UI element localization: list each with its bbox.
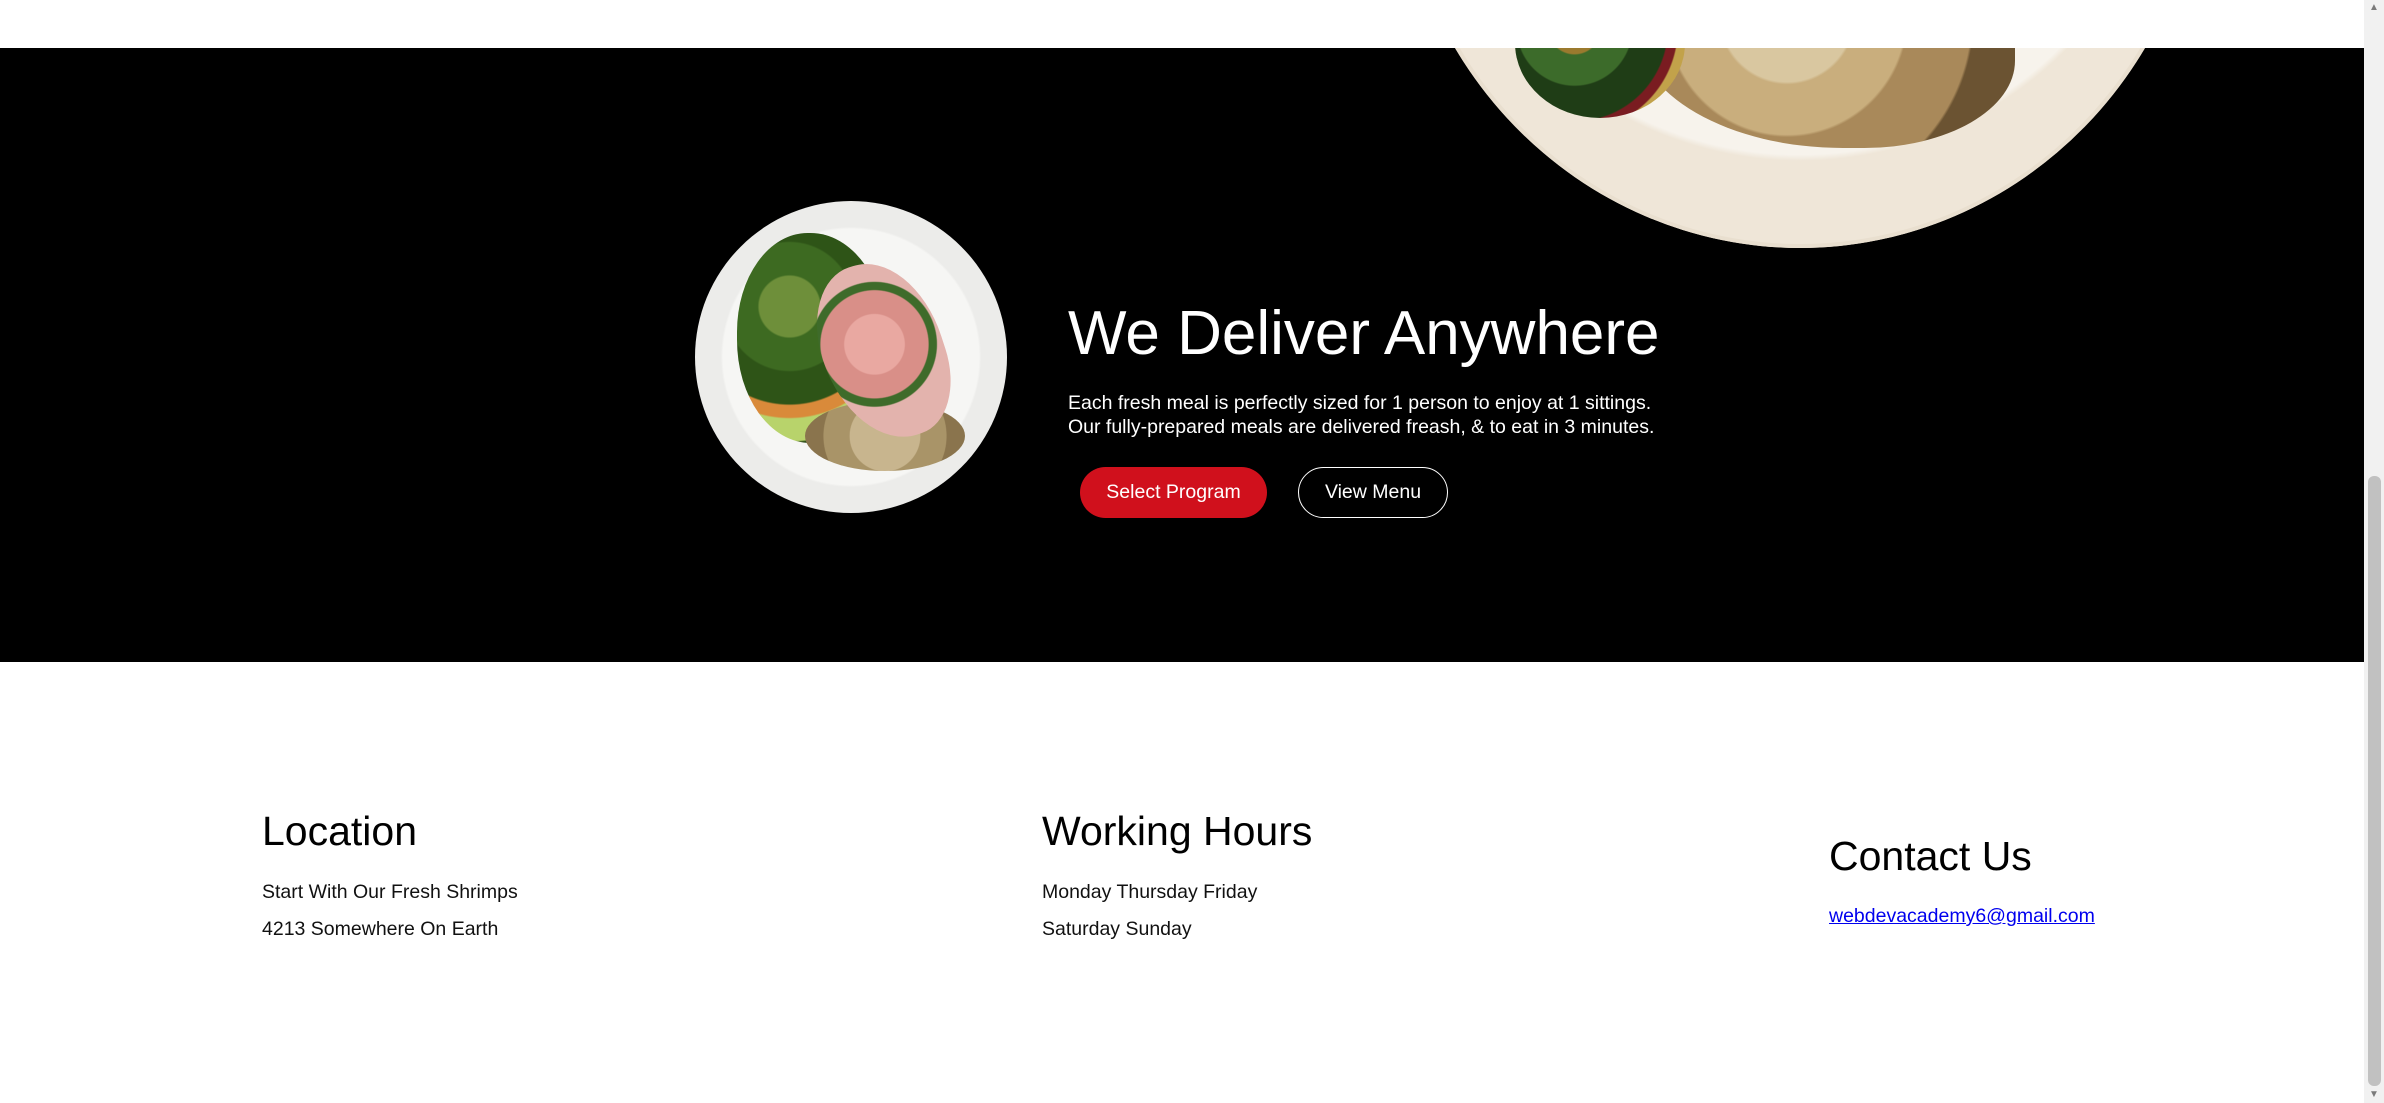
scrollbar-thumb[interactable]: [2368, 476, 2381, 1086]
page-top-strip: [0, 0, 2364, 48]
delivery-title: We Deliver Anywhere: [1068, 299, 1660, 368]
view-menu-button[interactable]: View Menu: [1298, 467, 1448, 518]
chicken-portion: [1635, 48, 2015, 148]
scroll-down-icon[interactable]: ▼: [2368, 1089, 2380, 1101]
location-heading: Location: [262, 808, 418, 854]
delivery-description-line1: Each fresh meal is perfectly sized for 1…: [1068, 392, 1652, 414]
salmon-dish-image: [695, 201, 1007, 513]
contact-heading: Contact Us: [1829, 833, 2032, 879]
working-hours-line2: Saturday Sunday: [1042, 918, 1192, 940]
working-hours-heading: Working Hours: [1042, 808, 1313, 854]
delivery-description: Each fresh meal is perfectly sized for 1…: [1068, 391, 1654, 439]
delivery-description-line2: Our fully-prepared meals are delivered f…: [1068, 416, 1655, 438]
location-line2: 4213 Somewhere On Earth: [262, 918, 499, 940]
working-hours-line1: Monday Thursday Friday: [1042, 881, 1258, 903]
scroll-up-icon[interactable]: ▲: [2368, 2, 2380, 14]
vegetable-side: [1515, 48, 1685, 118]
select-program-button[interactable]: Select Program: [1080, 467, 1267, 518]
chicken-dish-image: [1395, 48, 2205, 248]
contact-email-link[interactable]: webdevacademy6@gmail.com: [1829, 906, 2095, 927]
location-line1: Start With Our Fresh Shrimps: [262, 881, 518, 903]
